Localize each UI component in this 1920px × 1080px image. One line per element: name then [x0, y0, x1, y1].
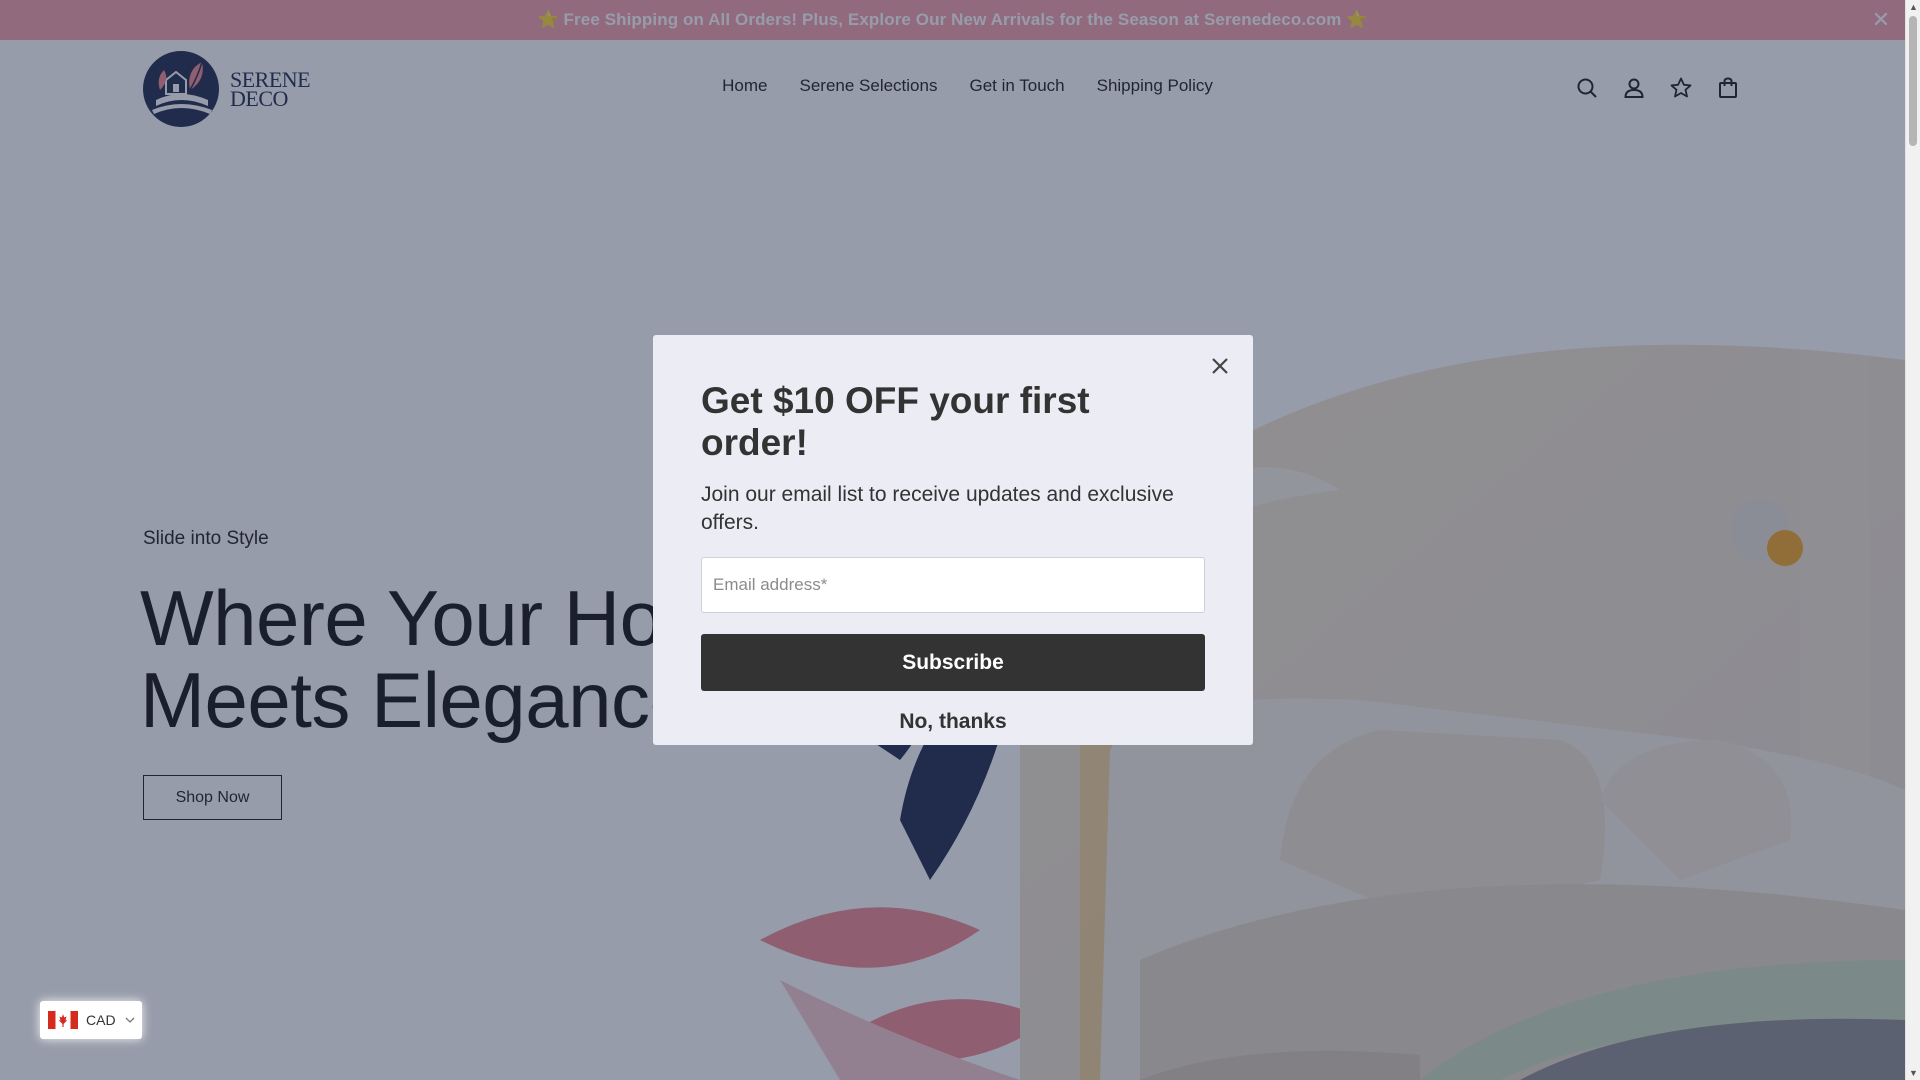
- currency-selector[interactable]: CAD: [40, 1001, 142, 1039]
- subscribe-button[interactable]: Subscribe: [701, 634, 1205, 691]
- email-signup-modal: Get $10 OFF your first order! Join our e…: [653, 335, 1253, 745]
- close-icon[interactable]: [1205, 351, 1235, 381]
- email-field[interactable]: [701, 557, 1205, 613]
- canada-flag-icon: [48, 1011, 78, 1029]
- page-scrollbar[interactable]: ▲ ▼: [1905, 0, 1920, 1080]
- scroll-up-arrow-icon[interactable]: ▲: [1909, 2, 1918, 12]
- modal-description: Join our email list to receive updates a…: [701, 483, 1174, 534]
- chevron-down-icon: [125, 1017, 135, 1023]
- no-thanks-button[interactable]: No, thanks: [701, 705, 1205, 739]
- modal-title: Get $10 OFF your first order!: [701, 380, 1090, 463]
- scroll-down-arrow-icon[interactable]: ▼: [1909, 1068, 1918, 1078]
- scroll-thumb[interactable]: [1909, 16, 1917, 146]
- currency-code: CAD: [86, 1012, 116, 1028]
